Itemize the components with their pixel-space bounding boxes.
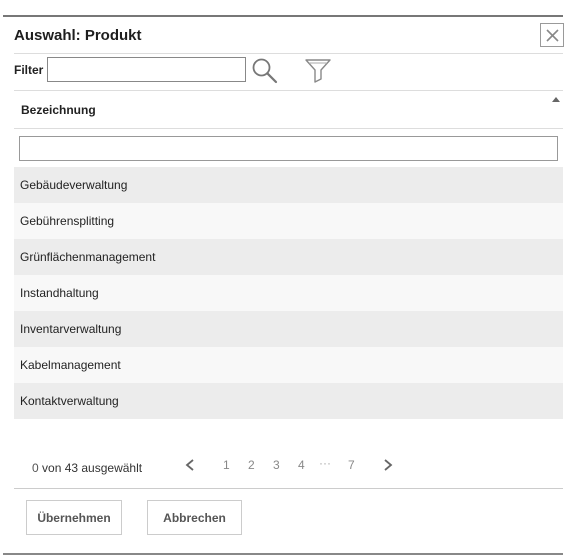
previous-page-button[interactable]: [185, 458, 195, 474]
page-link-1[interactable]: 1: [223, 458, 230, 472]
sort-ascending-icon[interactable]: [552, 97, 560, 103]
pagination-ellipsis: ···: [319, 456, 331, 470]
dialog-top-border: [3, 15, 563, 17]
filter-divider: [14, 90, 563, 91]
column-header-label: Bezeichnung: [21, 103, 96, 117]
selection-count: 0 von 43 ausgewählt: [32, 461, 142, 475]
list-item[interactable]: Grünflächenmanagement: [14, 239, 563, 275]
list-item[interactable]: Gebührensplitting: [14, 203, 563, 239]
close-icon: [546, 29, 559, 42]
filter-label: Filter: [14, 63, 44, 77]
selection-count-suffix: von 43 ausgewählt: [38, 461, 143, 475]
page-link-last[interactable]: 7: [348, 458, 355, 472]
list-item[interactable]: Kontaktverwaltung: [14, 383, 563, 419]
chevron-right-icon: [384, 459, 393, 471]
list-item[interactable]: Inventarverwaltung: [14, 311, 563, 347]
list-item[interactable]: Gebäudeverwaltung: [14, 167, 563, 203]
product-selection-dialog: Auswahl: Produkt Filter Bezeichnung Gebä…: [0, 0, 579, 557]
search-icon[interactable]: [251, 57, 279, 85]
page-link-4[interactable]: 4: [298, 458, 305, 472]
next-page-button[interactable]: [383, 458, 393, 474]
page-link-3[interactable]: 3: [273, 458, 280, 472]
column-filter-input[interactable]: [19, 136, 558, 161]
column-header-bezeichnung[interactable]: Bezeichnung: [14, 92, 563, 129]
dialog-title: Auswahl: Produkt: [14, 27, 142, 44]
cancel-button[interactable]: Abbrechen: [147, 500, 242, 535]
filter-input[interactable]: [47, 57, 246, 82]
filter-funnel-icon[interactable]: [303, 57, 333, 85]
selected-count-value: 0: [32, 461, 39, 475]
title-divider: [14, 53, 563, 54]
list-item[interactable]: Kabelmanagement: [14, 347, 563, 383]
product-list: Gebäudeverwaltung Gebührensplitting Grün…: [14, 167, 563, 419]
list-item[interactable]: Instandhaltung: [14, 275, 563, 311]
apply-button[interactable]: Übernehmen: [26, 500, 122, 535]
close-button[interactable]: [540, 23, 564, 47]
page-link-2[interactable]: 2: [248, 458, 255, 472]
dialog-bottom-border: [3, 553, 563, 555]
footer-divider: [14, 488, 563, 489]
chevron-left-icon: [185, 459, 194, 471]
